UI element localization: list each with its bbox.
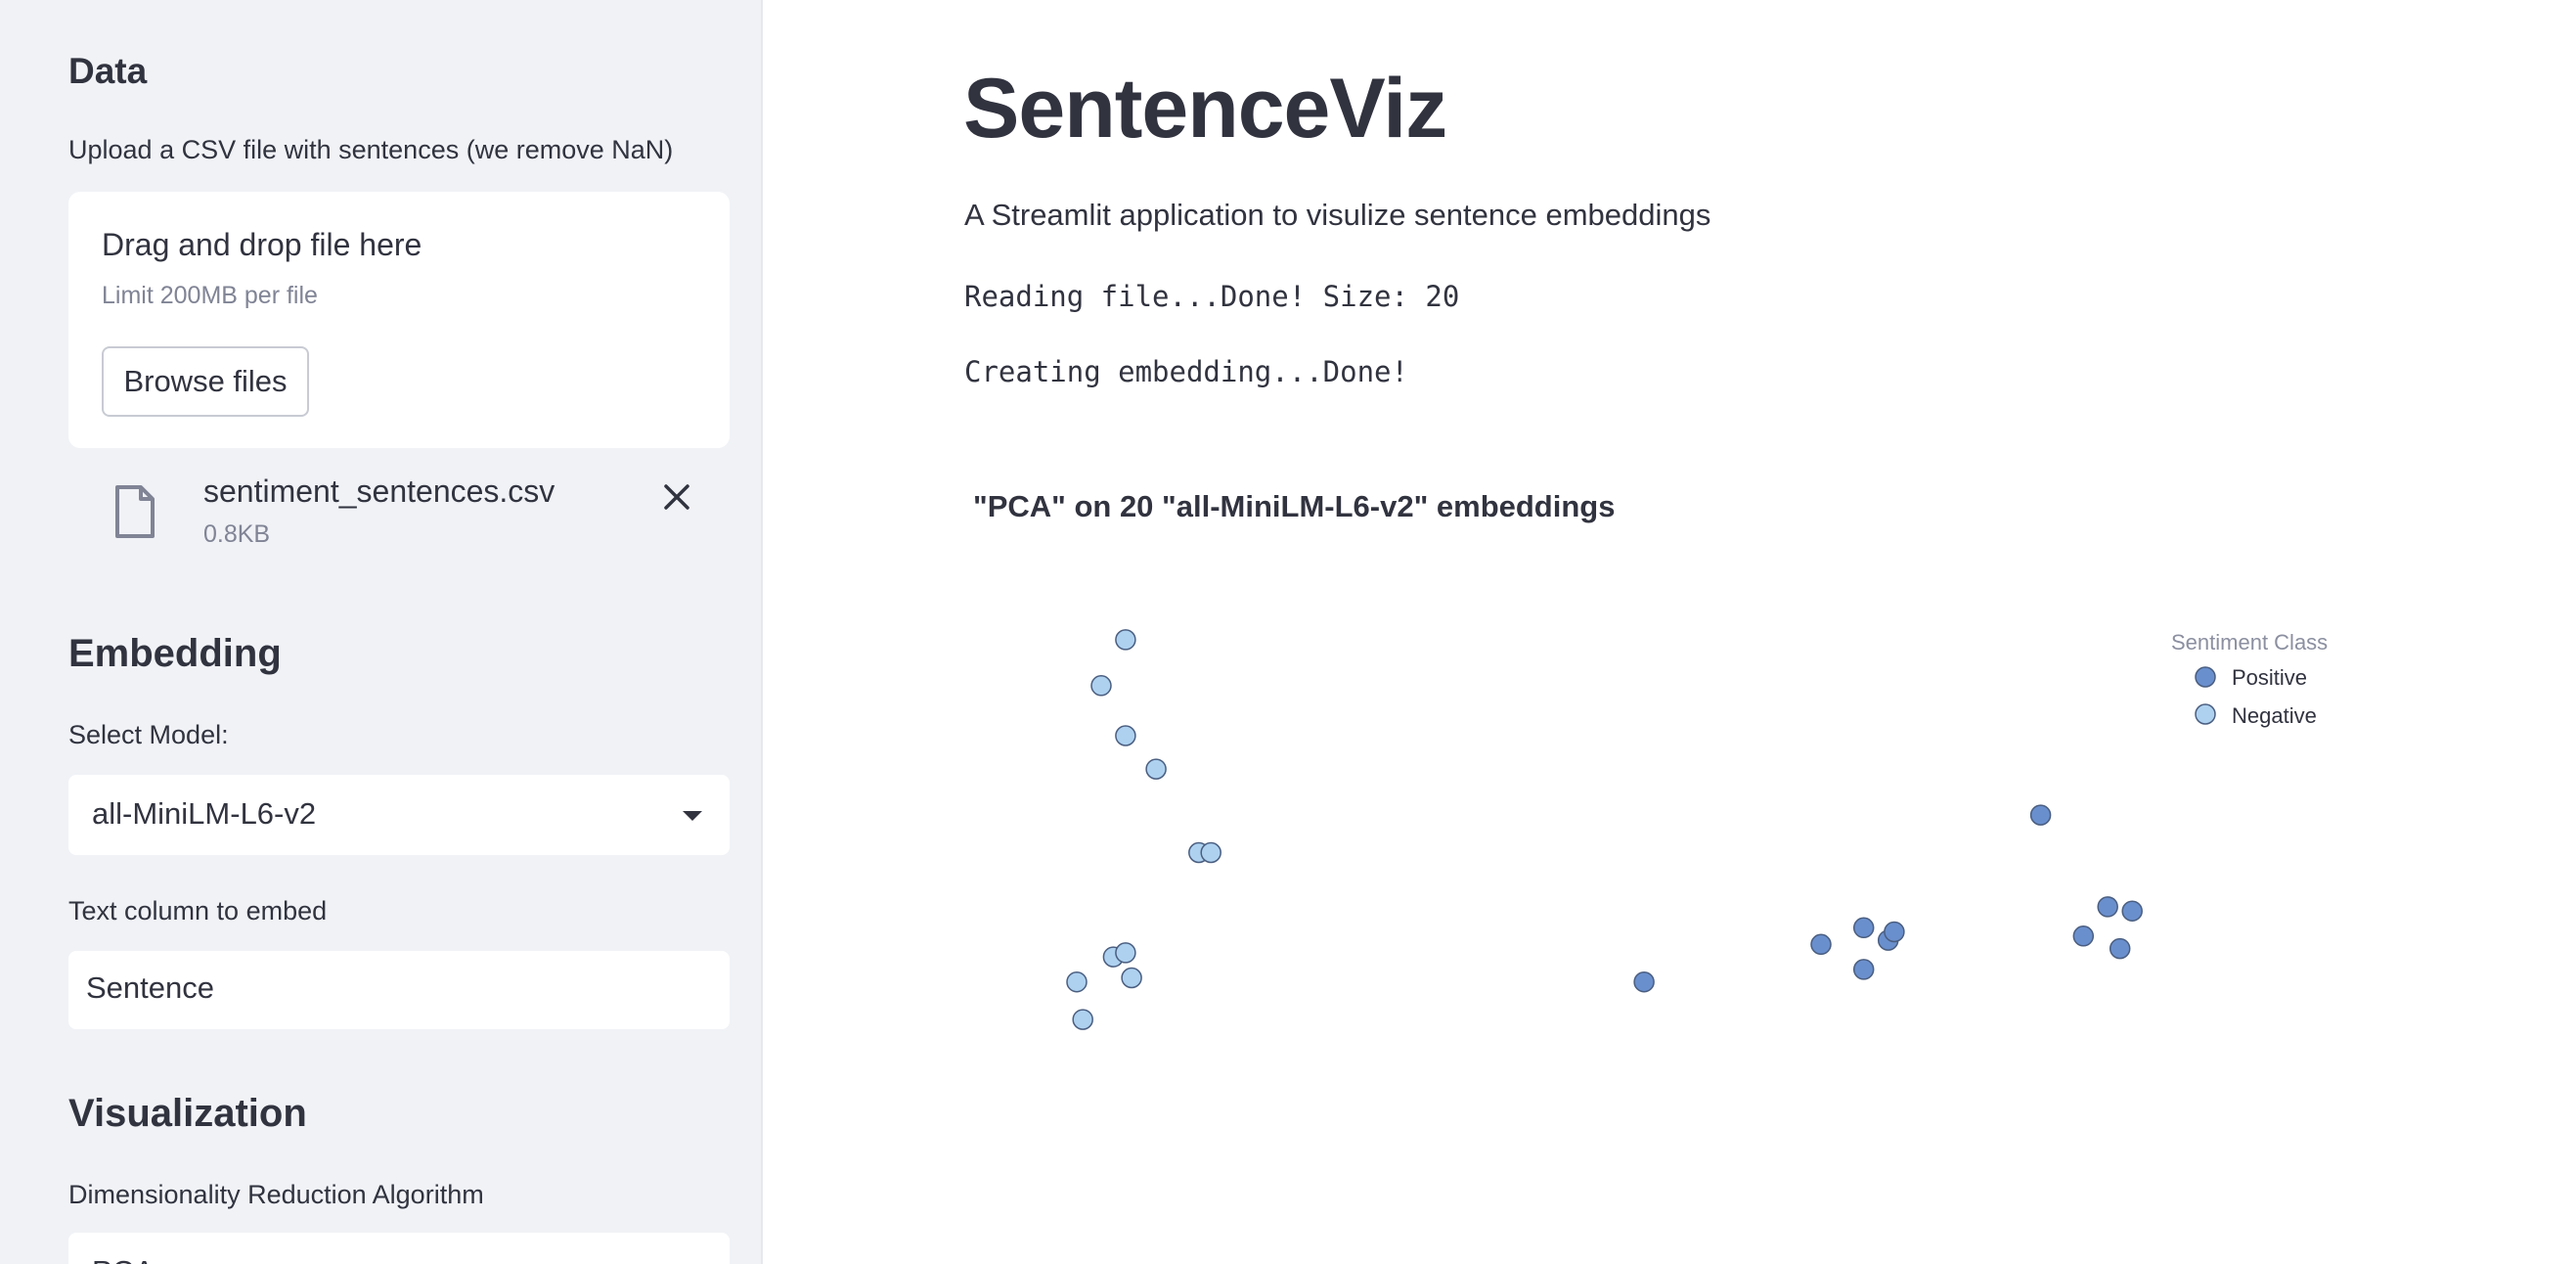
scatter-point-positive-6[interactable] (1884, 921, 1905, 943)
model-select-value: all-MiniLM-L6-v2 (92, 796, 317, 831)
scatter-point-positive-0[interactable] (2029, 804, 2052, 826)
close-icon[interactable] (661, 481, 692, 513)
scatter-point-negative-7[interactable] (1115, 942, 1136, 964)
legend-positive-marker[interactable] (2195, 666, 2216, 688)
text-column-value: Sentence (86, 971, 214, 1005)
scatter-point-positive-1[interactable] (2097, 896, 2118, 918)
algorithm-select[interactable]: PCA (68, 1233, 730, 1264)
scatter-point-positive-3[interactable] (1810, 933, 1832, 956)
scatter-point-negative-5[interactable] (1200, 841, 1221, 864)
scatter-point-positive-8[interactable] (2121, 900, 2143, 922)
file-dropzone[interactable]: Drag and drop file here Limit 200MB per … (68, 192, 730, 448)
visualization-heading: Visualization (68, 1092, 307, 1135)
scatter-point-positive-2[interactable] (2072, 925, 2095, 947)
legend-positive-label[interactable]: Positive (2232, 665, 2307, 690)
algorithm-select-value: PCA (92, 1254, 155, 1264)
dropzone-limit: Limit 200MB per file (102, 282, 318, 309)
model-label: Select Model: (68, 720, 229, 749)
chart-legend: Sentiment Class Positive Negative (2171, 630, 2328, 728)
legend-negative-label[interactable]: Negative (2232, 703, 2317, 728)
chart-points (1066, 629, 2143, 1030)
uploaded-file-row: sentiment_sentences.csv 0.8KB (68, 470, 730, 558)
browse-files-button[interactable]: Browse files (102, 346, 309, 417)
scatter-chart[interactable]: Sentiment Class Positive Negative (763, 0, 2576, 1264)
sidebar: Data Upload a CSV file with sentences (w… (0, 0, 763, 1264)
scatter-point-positive-9[interactable] (2109, 937, 2131, 960)
legend-negative-marker[interactable] (2195, 703, 2216, 725)
data-heading: Data (68, 51, 148, 91)
upload-label: Upload a CSV file with sentences (we rem… (68, 135, 674, 164)
scatter-point-positive-7[interactable] (1852, 959, 1875, 980)
scatter-point-negative-9[interactable] (1066, 971, 1088, 993)
text-column-label: Text column to embed (68, 896, 328, 925)
scatter-point-negative-1[interactable] (1090, 675, 1112, 697)
scatter-point-negative-2[interactable] (1115, 725, 1136, 746)
scatter-point-positive-4[interactable] (1852, 917, 1875, 939)
text-column-input[interactable]: Sentence (68, 951, 730, 1029)
file-size: 0.8KB (203, 520, 271, 548)
scatter-point-positive-10[interactable] (1633, 971, 1655, 993)
scatter-point-negative-0[interactable] (1115, 629, 1136, 651)
scatter-point-negative-3[interactable] (1145, 758, 1167, 780)
legend-title: Sentiment Class (2171, 630, 2328, 655)
dropzone-title: Drag and drop file here (102, 227, 422, 262)
scatter-point-negative-10[interactable] (1072, 1009, 1093, 1030)
file-name: sentiment_sentences.csv (203, 474, 555, 509)
embedding-heading: Embedding (68, 632, 282, 675)
app-root: Data Upload a CSV file with sentences (w… (0, 0, 2576, 1264)
main-content: SentenceViz A Streamlit application to v… (763, 0, 2576, 1264)
algorithm-label: Dimensionality Reduction Algorithm (68, 1180, 484, 1209)
chevron-down-icon (683, 811, 702, 821)
file-icon (115, 485, 155, 538)
model-select[interactable]: all-MiniLM-L6-v2 (68, 775, 730, 855)
scatter-point-negative-8[interactable] (1121, 967, 1142, 989)
